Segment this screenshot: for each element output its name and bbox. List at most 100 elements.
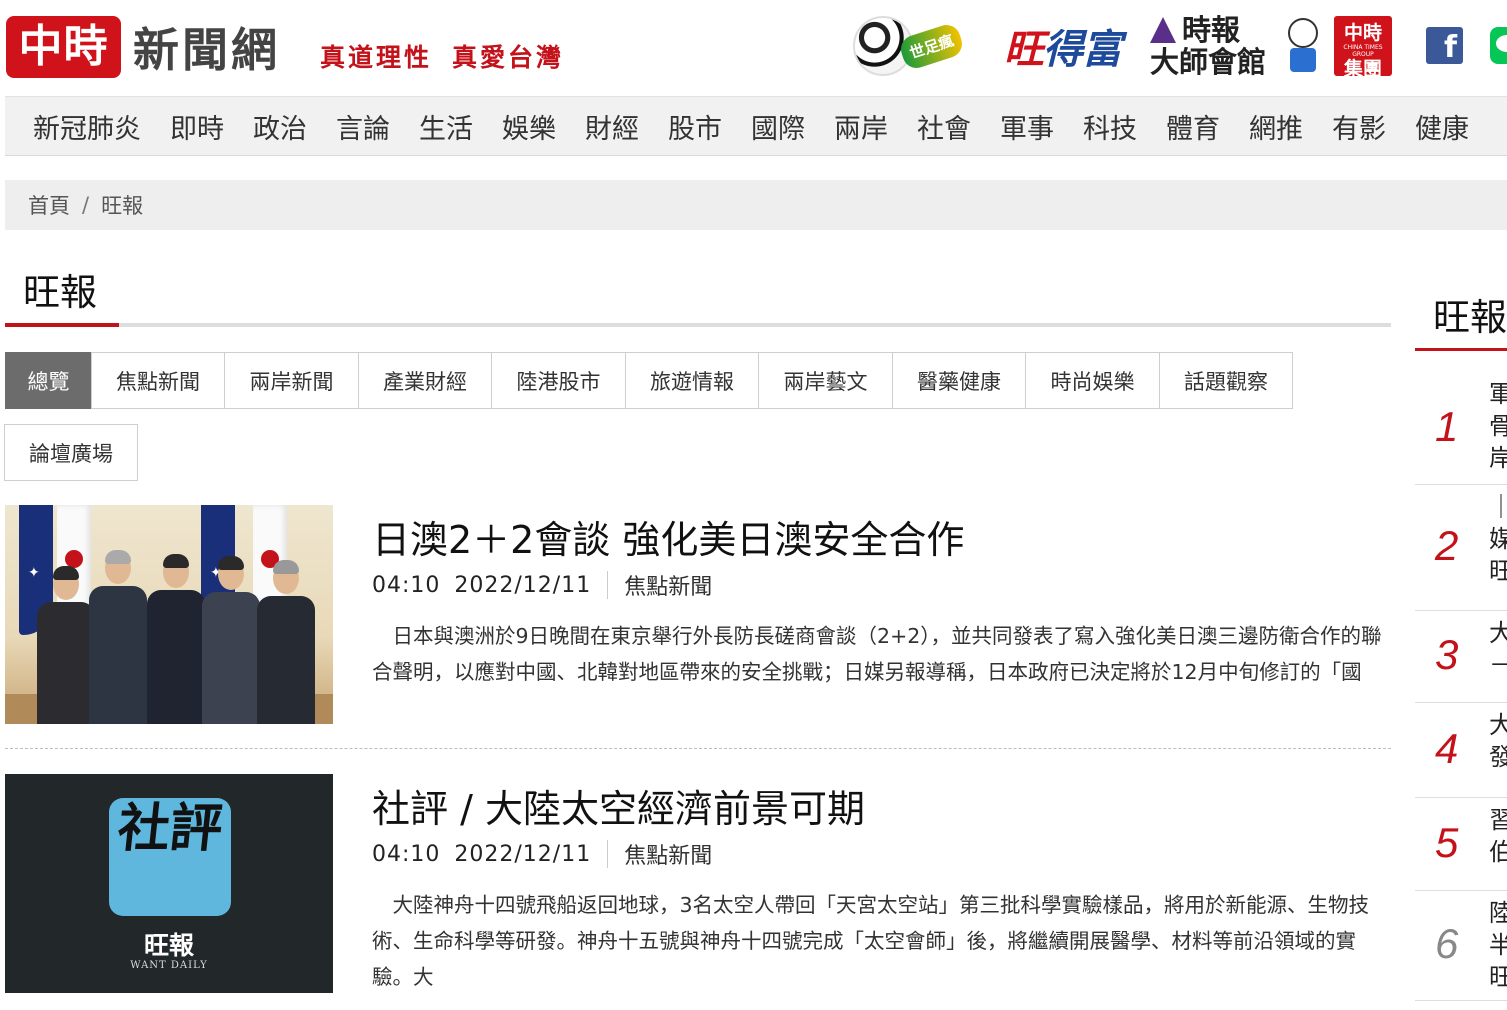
title-underline	[5, 323, 1391, 327]
person-figure	[202, 556, 260, 724]
nav-item[interactable]: 體育	[1166, 107, 1220, 146]
tab-2[interactable]: 兩岸新聞	[224, 352, 359, 409]
article-thumbnail-1[interactable]	[5, 505, 333, 724]
sidebar-rank-item[interactable]: 5 習伯	[1415, 798, 1507, 891]
nav-item[interactable]: 股市	[668, 107, 722, 146]
sidebar-rank-item[interactable]: 6 陸半旺	[1415, 891, 1507, 1001]
tab-4[interactable]: 陸港股市	[491, 352, 626, 409]
tab-5[interactable]: 旅遊情報	[625, 352, 759, 409]
rank-headline[interactable]: 軍骨岸	[1489, 378, 1507, 474]
sidebar-rank-item[interactable]: 2 ｜媒旺	[1415, 485, 1507, 611]
editorial-badge-text: 社評	[114, 798, 226, 859]
title-underline-accent	[5, 323, 119, 327]
main-nav: 新冠肺炎 即時 政治 言論 生活 娛樂 財經 股市 國際 兩岸 社會 軍事 科技 體育 網推 有影 健康	[5, 96, 1507, 156]
page-title: 旺報	[23, 271, 97, 314]
person-figure	[147, 554, 205, 724]
article-time: 04:10	[372, 572, 441, 598]
times-master-link[interactable]: 時報 大師會館	[1150, 10, 1267, 82]
article-thumbnail-2[interactable]: 社評 旺報 WANT DAILY	[5, 774, 333, 993]
world-cup-tag: 世足瘋	[897, 20, 967, 72]
person-figure	[257, 560, 315, 724]
facebook-icon[interactable]: f	[1426, 27, 1463, 65]
nav-item[interactable]: 科技	[1083, 107, 1137, 146]
tab-7[interactable]: 醫藥健康	[892, 352, 1026, 409]
sidebar-title-underline	[1415, 348, 1507, 351]
article-meta-1: 04:10 2022/12/11 焦點新聞	[372, 569, 712, 601]
logo-mark: 中時	[6, 16, 121, 78]
nav-item[interactable]: 有影	[1332, 107, 1386, 146]
nav-item[interactable]: 新冠肺炎	[33, 107, 141, 146]
tab-3[interactable]: 產業財經	[358, 352, 492, 409]
wantrich-logo-part-1: 旺	[1004, 27, 1044, 73]
wantrich-logo: 旺得富	[1004, 17, 1122, 75]
rank-number: 6	[1435, 920, 1459, 967]
world-cup-banner-link[interactable]: 世足瘋	[842, 10, 974, 82]
china-times-group-logo: 中時 CHINA TIMES GROUP 集團	[1334, 16, 1392, 80]
nav-item[interactable]: 兩岸	[834, 107, 888, 146]
article-excerpt-2: 大陸神舟十四號飛船返回地球，3名太空人帶回「天宮太空站」第三批科學實驗樣品，將用…	[372, 893, 1370, 989]
breadcrumb-current[interactable]: 旺報	[101, 190, 143, 220]
nav-item[interactable]: 娛樂	[502, 107, 556, 146]
times-master-text-1: 時報	[1182, 13, 1241, 47]
nav-item[interactable]: 言論	[336, 107, 390, 146]
times-master-icon	[1150, 17, 1176, 43]
line-icon[interactable]	[1490, 27, 1507, 64]
article-card-1[interactable]: 日澳2＋2會談 強化美日澳安全合作 04:10 2022/12/11 焦點新聞 …	[5, 505, 1391, 725]
nav-item[interactable]: 網推	[1249, 107, 1303, 146]
tab-10[interactable]: 論壇廣場	[4, 424, 138, 481]
mascot-body	[1290, 48, 1316, 72]
site-logo[interactable]: 中時 新聞網	[6, 14, 280, 80]
rank-headline[interactable]: 大發	[1489, 709, 1507, 773]
meta-divider	[607, 840, 609, 868]
article-date: 2022/12/11	[454, 572, 592, 598]
ctg-text-1: 中時	[1343, 22, 1382, 44]
article-category-link[interactable]: 焦點新聞	[624, 838, 712, 870]
tab-1[interactable]: 焦點新聞	[91, 352, 225, 409]
nav-item[interactable]: 社會	[917, 107, 971, 146]
china-times-group-link[interactable]: 中時 CHINA TIMES GROUP 集團	[1276, 10, 1394, 82]
rank-number: 1	[1435, 402, 1459, 450]
tab-9[interactable]: 話題觀察	[1159, 352, 1293, 409]
sidebar-rank-item[interactable]: 3 大－	[1415, 611, 1507, 703]
article-divider	[5, 748, 1391, 749]
sidebar-rank-item[interactable]: 1 軍骨岸	[1415, 372, 1507, 485]
tab-0[interactable]: 總覽	[5, 352, 92, 409]
article-title-2[interactable]: 社評 / 大陸太空經濟前景可期	[372, 778, 865, 833]
ctg-subtext: CHINA TIMES GROUP	[1343, 44, 1383, 58]
article-title-1[interactable]: 日澳2＋2會談 強化美日澳安全合作	[372, 509, 964, 564]
nav-item[interactable]: 軍事	[1000, 107, 1054, 146]
rank-headline[interactable]: 陸半旺	[1489, 897, 1507, 993]
tab-6[interactable]: 兩岸藝文	[758, 352, 893, 409]
article-category-link[interactable]: 焦點新聞	[624, 569, 712, 601]
wantrich-link[interactable]: 旺得富	[990, 10, 1135, 82]
rank-headline[interactable]: 大－	[1489, 617, 1507, 681]
tab-8[interactable]: 時尚娛樂	[1025, 352, 1160, 409]
nav-item[interactable]: 政治	[253, 107, 307, 146]
person-figure	[89, 550, 147, 724]
breadcrumb-home-link[interactable]: 首頁	[28, 190, 70, 220]
slogan-part-1: 真道理性	[320, 43, 433, 72]
nav-item[interactable]: 國際	[751, 107, 805, 146]
times-master-text-2: 大師會館	[1150, 45, 1267, 79]
ctg-text-2: 集團	[1343, 58, 1382, 80]
rank-headline[interactable]: ｜媒旺	[1489, 491, 1507, 587]
rank-number: 5	[1435, 818, 1459, 866]
rank-number: 3	[1435, 631, 1459, 678]
want-daily-subtitle: WANT DAILY	[130, 960, 208, 971]
article-card-2[interactable]: 社評 旺報 WANT DAILY 社評 / 大陸太空經濟前景可期 04:10 2…	[5, 774, 1391, 994]
sidebar-rank-item[interactable]: 4 大發	[1415, 703, 1507, 798]
article-time: 04:10	[372, 841, 441, 867]
breadcrumb: 首頁 / 旺報	[5, 180, 1507, 230]
nav-item[interactable]: 健康	[1415, 107, 1469, 146]
rank-headline[interactable]: 習伯	[1489, 804, 1507, 868]
site-header: 中時 新聞網 真道理性 真愛台灣 世足瘋 旺得富 時報 大師會館 中時 CHINA…	[0, 0, 1507, 95]
nav-item[interactable]: 生活	[419, 107, 473, 146]
nav-item[interactable]: 即時	[170, 107, 224, 146]
site-slogan: 真道理性 真愛台灣	[320, 38, 564, 74]
nav-item[interactable]: 財經	[585, 107, 639, 146]
logo-text: 新聞網	[133, 23, 280, 77]
line-bubble-shape	[1496, 35, 1507, 52]
article-date: 2022/12/11	[454, 841, 592, 867]
rank-number: 4	[1435, 724, 1459, 772]
slogan-part-2: 真愛台灣	[452, 43, 565, 72]
